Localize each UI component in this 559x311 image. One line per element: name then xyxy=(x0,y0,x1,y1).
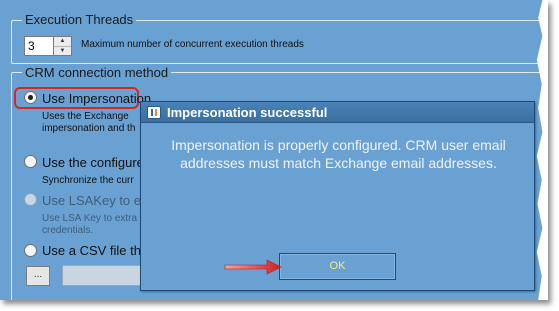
radio-use-configured[interactable] xyxy=(24,155,37,168)
app-icon xyxy=(147,106,161,119)
impersonation-dialog: Impersonation successful Impersonation i… xyxy=(140,101,535,291)
option-use-impersonation-desc-1: Uses the Exchange xyxy=(42,111,129,122)
dialog-message: Impersonation is properly configured. CR… xyxy=(171,137,506,171)
browse-button[interactable]: ... xyxy=(26,266,50,286)
crm-connection-legend: CRM connection method xyxy=(22,66,172,80)
settings-page: Execution Threads 3 ▲ ▼ Maximum number o… xyxy=(0,0,548,300)
option-use-lsakey-desc-1: Use LSA Key to extra xyxy=(42,213,138,224)
thread-count-value[interactable]: 3 xyxy=(24,36,54,56)
radio-use-csv[interactable] xyxy=(24,244,37,257)
red-arrow-icon xyxy=(224,259,282,275)
option-use-impersonation-label[interactable]: Use Impersonation xyxy=(42,91,151,106)
option-use-lsakey-label[interactable]: Use LSAKey to e xyxy=(42,193,141,208)
dialog-title: Impersonation successful xyxy=(167,105,328,120)
option-use-configured-label[interactable]: Use the configure xyxy=(42,155,144,170)
dialog-title-bar[interactable]: Impersonation successful xyxy=(141,102,534,123)
radio-use-impersonation[interactable] xyxy=(24,91,37,104)
thread-count-description: Maximum number of concurrent execution t… xyxy=(81,39,304,50)
csv-path-field[interactable] xyxy=(62,265,142,286)
ok-button[interactable]: OK xyxy=(279,253,396,280)
option-use-impersonation-desc-2: impersonation and th xyxy=(42,123,136,134)
radio-use-lsakey[interactable] xyxy=(24,193,37,206)
spinner-down-icon[interactable]: ▼ xyxy=(54,46,71,56)
execution-threads-legend: Execution Threads xyxy=(22,13,137,27)
thread-count-spinner[interactable]: 3 ▲ ▼ xyxy=(24,36,72,56)
option-use-lsakey-desc-2: credentials. xyxy=(42,225,94,236)
option-use-csv-label[interactable]: Use a CSV file th xyxy=(42,243,141,258)
spinner-buttons: ▲ ▼ xyxy=(54,36,72,56)
option-use-configured-desc-1: Synchronize the curr xyxy=(42,175,134,186)
spinner-up-icon[interactable]: ▲ xyxy=(54,37,71,46)
